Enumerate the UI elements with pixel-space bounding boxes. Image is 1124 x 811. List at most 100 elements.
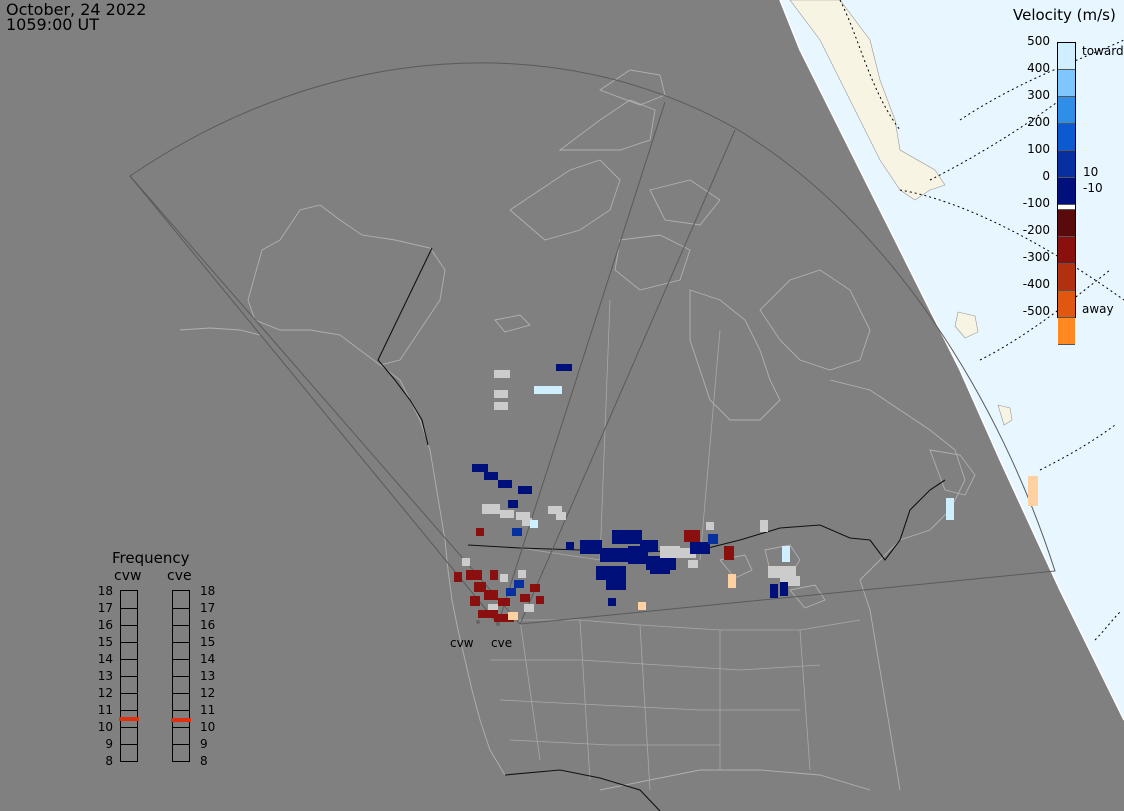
scatter-cell	[466, 570, 482, 580]
scatter-cell	[490, 570, 498, 580]
scatter-cell	[612, 530, 642, 544]
frequency-col-cve: cve	[167, 568, 192, 584]
scatter-cell	[530, 584, 540, 592]
frequency-tick-left: 8	[105, 754, 113, 768]
frequency-tick-left: 11	[97, 703, 113, 717]
scatter-cell	[514, 580, 524, 588]
scatter-cell	[500, 574, 508, 582]
frequency-grid-line	[173, 659, 189, 660]
scatter-cell	[638, 602, 646, 610]
scatter-cell	[608, 598, 616, 606]
time-label: 1059:00 UT	[6, 15, 100, 34]
velocity-toward-label: toward	[1082, 44, 1124, 58]
velocity-colorbar-segment	[1058, 124, 1075, 151]
scatter-cell	[482, 504, 500, 514]
scatter-cell	[494, 402, 508, 410]
frequency-grid-line	[121, 744, 137, 745]
scatter-cell	[566, 542, 574, 550]
velocity-colorbar	[1057, 42, 1076, 345]
scatter-cell	[760, 520, 768, 532]
velocity-tick-label: 100	[1027, 142, 1050, 156]
scatter-cell	[530, 520, 538, 528]
scatter-cell	[498, 598, 510, 606]
frequency-grid-line	[121, 676, 137, 677]
frequency-grid-line	[121, 642, 137, 643]
frequency-tick-right: 8	[200, 754, 208, 768]
frequency-bar-cvw	[119, 590, 139, 762]
frequency-col-cvw: cvw	[114, 568, 142, 584]
frequency-tick-right: 12	[200, 686, 216, 700]
frequency-grid-line	[173, 642, 189, 643]
frequency-tick-right: 11	[200, 703, 216, 717]
velocity-tick-label: -400	[1022, 277, 1050, 291]
frequency-grid-line	[173, 676, 189, 677]
velocity-colorbar-segment	[1058, 151, 1075, 178]
scatter-cell	[518, 570, 526, 578]
scatter-cell	[640, 540, 658, 552]
frequency-grid-line	[121, 608, 137, 609]
frequency-grid-line	[173, 727, 189, 728]
velocity-colorbar-segment	[1058, 291, 1075, 318]
scatter-cell	[650, 560, 670, 574]
scatter-cell	[728, 574, 736, 588]
scatter-cell	[534, 386, 562, 394]
velocity-threshold-neg: -10	[1083, 181, 1103, 195]
frequency-tick-right: 17	[200, 601, 216, 615]
radar-label-cve: cve	[491, 636, 512, 650]
frequency-grid-line	[173, 693, 189, 694]
frequency-marker	[119, 716, 139, 721]
velocity-tick-label: -300	[1022, 250, 1050, 264]
velocity-tick-label: 500	[1027, 34, 1050, 48]
frequency-grid-line	[173, 710, 189, 711]
scatter-cell	[524, 604, 534, 612]
scatter-cell	[494, 390, 508, 398]
frequency-tick-left: 17	[97, 601, 113, 615]
frequency-tick-right: 15	[200, 635, 216, 649]
scatter-cell	[472, 464, 488, 472]
radar-map: cvw cve	[129, 0, 1124, 811]
velocity-colorbar-segment	[1058, 210, 1075, 237]
coastlines	[179, 69, 976, 791]
scatter-cell	[470, 596, 480, 606]
velocity-tick-label: -500	[1022, 304, 1050, 318]
scatter-cell	[724, 546, 734, 560]
scatter-cell	[780, 582, 788, 596]
frequency-tick-left: 15	[97, 635, 113, 649]
scatter-cell	[462, 558, 470, 566]
velocity-away-label: away	[1082, 302, 1114, 316]
country-borders	[377, 247, 946, 811]
scatter-cell	[946, 498, 954, 520]
scatter-cell	[476, 528, 484, 536]
frequency-tick-left: 13	[97, 669, 113, 683]
velocity-colorbar-segment	[1058, 43, 1075, 70]
scatter-cell	[520, 594, 530, 602]
scatter-cell	[708, 534, 718, 544]
frequency-tick-left: 16	[97, 618, 113, 632]
scatter-cell	[782, 546, 790, 562]
frequency-grid-line	[173, 608, 189, 609]
velocity-colorbar-segment	[1058, 97, 1075, 124]
scatter-cell	[580, 540, 602, 554]
velocity-tick-label: -100	[1022, 196, 1050, 210]
scatter-cell	[518, 486, 532, 494]
scatter-cell	[556, 512, 566, 520]
scatter-cell	[600, 548, 630, 562]
frequency-tick-left: 14	[97, 652, 113, 666]
scatter-cell	[512, 528, 522, 536]
frequency-grid-line	[121, 710, 137, 711]
frequency-tick-right: 14	[200, 652, 216, 666]
scatter-cell	[770, 584, 778, 598]
frequency-tick-left: 10	[97, 720, 113, 734]
velocity-tick-label: -200	[1022, 223, 1050, 237]
frequency-marker	[171, 718, 191, 723]
velocity-tick-label: 200	[1027, 115, 1050, 129]
velocity-threshold-pos: 10	[1083, 165, 1099, 179]
scatter-cell	[596, 566, 626, 580]
frequency-grid-line	[121, 659, 137, 660]
frequency-tick-left: 9	[105, 737, 113, 751]
frequency-grid-line	[173, 744, 189, 745]
scatter-cell	[454, 572, 462, 582]
frequency-tick-right: 18	[200, 584, 216, 598]
scatter-cell	[688, 560, 698, 568]
scatter-cell	[1028, 476, 1038, 506]
